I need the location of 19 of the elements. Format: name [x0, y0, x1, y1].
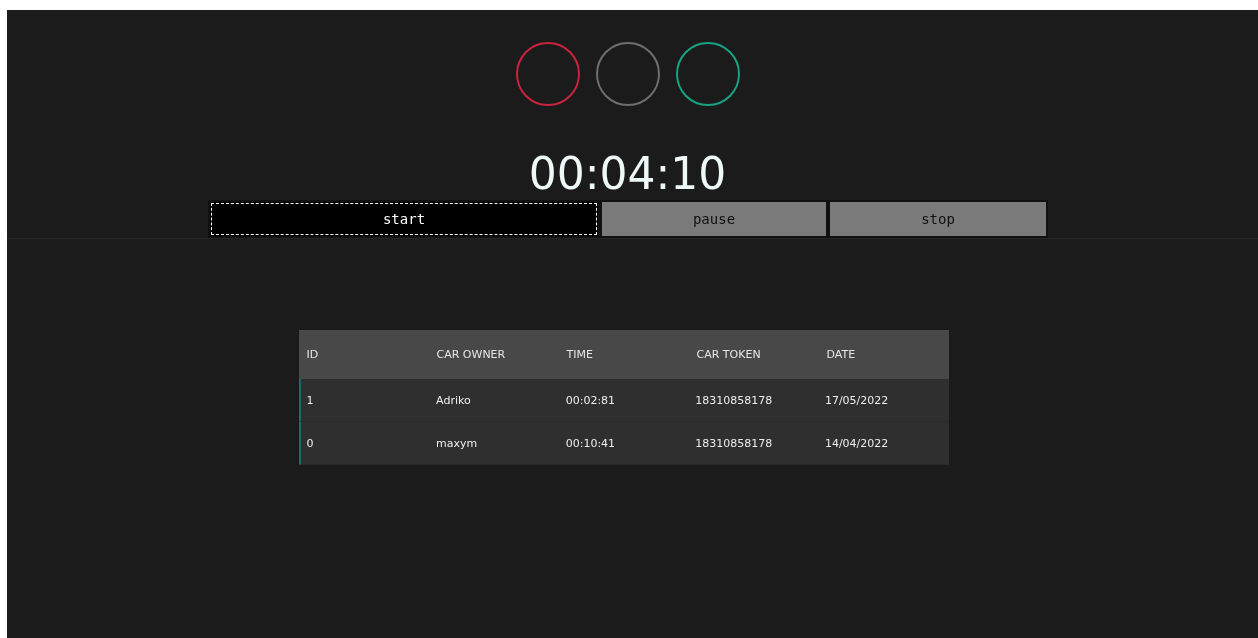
- table-cell-text: 18310858178: [694, 393, 774, 407]
- table-cell-text: 18310858178: [694, 436, 774, 450]
- column-header: DATE: [825, 348, 857, 361]
- column-header: ID: [305, 348, 320, 361]
- table-cell-text: 17/05/2022: [823, 393, 890, 407]
- table-cell-text: maxym: [435, 436, 479, 450]
- column-header: CAR TOKEN: [695, 348, 762, 361]
- table-cell-text: 14/04/2022: [823, 436, 890, 450]
- stop-button[interactable]: stop: [828, 200, 1048, 238]
- timer-display: 00:04:10: [528, 148, 727, 200]
- column-header: TIME: [565, 348, 594, 361]
- start-button[interactable]: start: [208, 200, 600, 238]
- column-header: CAR OWNER: [435, 348, 507, 361]
- table-cell-text: Adriko: [435, 393, 472, 407]
- table-cell-text: 0: [305, 436, 315, 450]
- table-cell-text: 00:02:81: [564, 393, 617, 407]
- pause-button[interactable]: pause: [600, 200, 828, 238]
- table-cell-text: 00:10:41: [564, 436, 617, 450]
- table-cell-text: 1: [305, 393, 315, 407]
